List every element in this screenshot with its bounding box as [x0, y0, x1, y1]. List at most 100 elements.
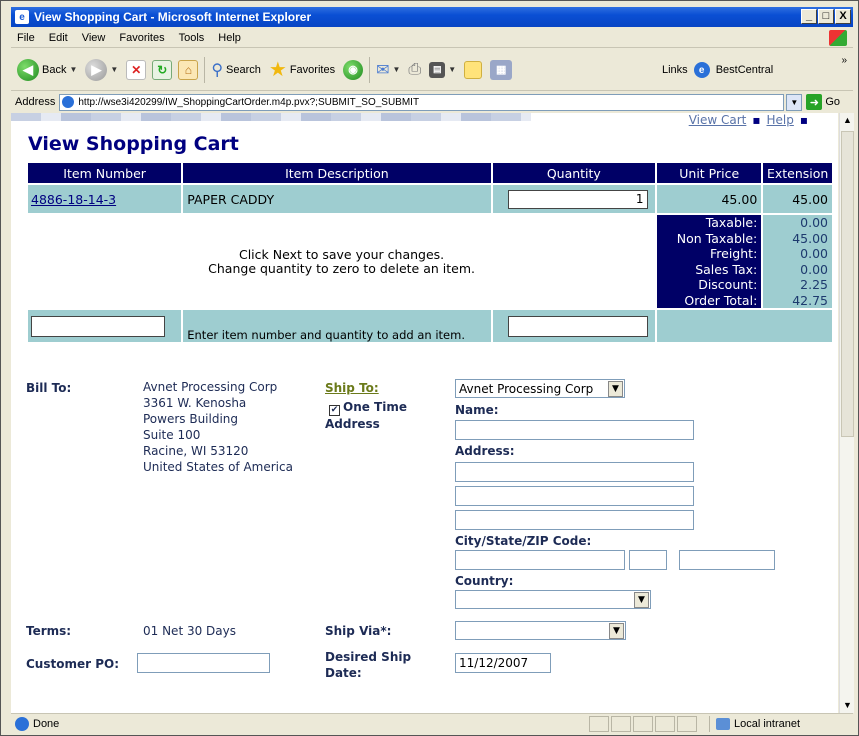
link-separator: ▪	[752, 113, 761, 127]
menu-help[interactable]: Help	[218, 32, 241, 44]
toolbar: ◀ Back ▼ ▶ ▼ ✕ ↻ ⌂ ⚲ Search ★ Favorites …	[11, 49, 853, 91]
window-title: View Shopping Cart - Microsoft Internet …	[34, 10, 312, 24]
mail-button[interactable]: ✉ ▼	[376, 60, 400, 80]
status-pane	[633, 716, 653, 732]
chevron-down-icon: ▼	[634, 592, 649, 608]
customer-po-field[interactable]	[137, 653, 270, 673]
ship-via-select[interactable]: ▼	[455, 621, 626, 640]
one-time-label: One Time	[343, 400, 408, 414]
favorites-button[interactable]: ★ Favorites	[269, 57, 335, 82]
col-item-number: Item Number	[28, 163, 182, 183]
bill-to-address: Avnet Processing Corp 3361 W. Kenosha Po…	[143, 379, 293, 475]
refresh-icon[interactable]: ↻	[152, 59, 173, 80]
header-decoration	[11, 113, 531, 121]
address-url: http://wse3i420299/IW_ShoppingCartOrder.…	[78, 96, 420, 108]
mail-icon: ✉	[376, 61, 390, 79]
status-pane	[611, 716, 631, 732]
back-label: Back	[42, 63, 67, 76]
search-icon: ⚲	[211, 61, 224, 79]
go-button[interactable]: ➜ Go	[806, 94, 840, 110]
toolbar-divider	[204, 56, 206, 83]
bill-to-line: 3361 W. Kenosha	[143, 396, 247, 410]
add-item-hint: Enter item number and quantity to add an…	[183, 310, 491, 342]
edit-button[interactable]: ▤ ▼	[429, 61, 456, 78]
item-number-link[interactable]: 4886-18-14-3	[28, 192, 116, 207]
delete-item-text: Change quantity to zero to delete an ite…	[208, 260, 475, 276]
extension: 45.00	[763, 185, 832, 213]
home-icon[interactable]: ⌂	[178, 59, 199, 80]
media-icon[interactable]: ◉	[343, 59, 364, 80]
forward-dropdown-icon[interactable]: ▼	[110, 65, 118, 74]
menu-view[interactable]: View	[82, 32, 106, 44]
name-field[interactable]	[455, 420, 694, 440]
search-label: Search	[226, 63, 261, 76]
back-dropdown-icon[interactable]: ▼	[69, 65, 77, 74]
quantity-cell: 1	[492, 185, 656, 213]
state-field[interactable]	[629, 550, 667, 570]
add-quantity-input[interactable]	[507, 315, 648, 337]
bill-to-line: Suite 100	[143, 428, 201, 442]
menu-favorites[interactable]: Favorites	[119, 32, 164, 44]
country-select[interactable]: ▼	[455, 590, 651, 609]
minimize-button[interactable]: _	[801, 9, 817, 24]
zip-field[interactable]	[679, 550, 775, 570]
address-input[interactable]: http://wse3i420299/IW_ShoppingCartOrder.…	[59, 93, 785, 111]
menu-edit[interactable]: Edit	[49, 32, 68, 44]
menu-file[interactable]: File	[17, 32, 35, 44]
scrollbar-thumb[interactable]	[841, 131, 854, 437]
scroll-down-icon[interactable]: ▼	[840, 698, 855, 713]
back-button[interactable]: ◀ Back ▼	[17, 58, 77, 81]
mail-dropdown-icon[interactable]: ▼	[392, 65, 400, 74]
add-item-number-input[interactable]	[31, 315, 165, 337]
address-line2-field[interactable]	[455, 486, 694, 506]
back-arrow-icon: ◀	[17, 58, 39, 81]
sales-tax-label: Sales Tax:	[695, 261, 758, 277]
save-changes-text: Click Next to save your changes.	[238, 246, 445, 262]
links-label[interactable]: Links	[662, 64, 688, 76]
bestcentral-link[interactable]: BestCentral	[716, 64, 773, 76]
messenger-icon[interactable]: ▦	[490, 59, 513, 80]
ship-to-selected: Avnet Processing Corp	[459, 381, 594, 396]
ship-via-label: Ship Via*:	[325, 624, 392, 638]
ship-to-select[interactable]: Avnet Processing Corp ▼	[455, 379, 625, 398]
maximize-button[interactable]: □	[818, 9, 834, 24]
toolbar-chevron-icon[interactable]: »	[841, 55, 847, 66]
summary-row: Click Next to save your changes. Change …	[28, 215, 832, 308]
bill-to-label: Bill To:	[26, 381, 72, 395]
edit-dropdown-icon[interactable]: ▼	[448, 65, 456, 74]
customer-po-label: Customer PO:	[26, 657, 120, 671]
print-icon[interactable]: ⎙	[408, 61, 421, 79]
city-field[interactable]	[455, 550, 625, 570]
help-link[interactable]: Help	[767, 113, 794, 127]
one-time-checkbox[interactable]: ✔	[329, 404, 340, 416]
desired-ship-date-label: Desired Ship Date:	[325, 649, 411, 681]
ie-icon: e	[15, 10, 29, 24]
ship-to-link[interactable]: Ship To:	[325, 381, 379, 395]
order-total-label: Order Total:	[684, 292, 758, 308]
page-title: View Shopping Cart	[28, 133, 239, 155]
scroll-up-icon[interactable]: ▲	[840, 113, 855, 128]
order-total-value: 42.75	[792, 292, 828, 308]
toolbar-divider	[369, 56, 371, 83]
bill-to-line: Avnet Processing Corp	[143, 380, 278, 394]
address-line1-field[interactable]	[455, 462, 694, 482]
view-cart-link[interactable]: View Cart	[689, 113, 747, 127]
one-time-checkbox-row[interactable]: ✔ One Time	[329, 400, 407, 416]
edit-icon: ▤	[429, 61, 446, 78]
menu-tools[interactable]: Tools	[179, 32, 205, 44]
close-button[interactable]: X	[835, 9, 851, 24]
windows-logo-icon	[829, 30, 847, 46]
notes-icon[interactable]	[464, 60, 483, 79]
address-line3-field[interactable]	[455, 510, 694, 530]
bill-to-line: United States of America	[143, 460, 293, 474]
desired-ship-date-field[interactable]: 11/12/2007	[455, 653, 551, 673]
quantity-input[interactable]: 1	[507, 189, 648, 209]
vertical-scrollbar[interactable]: ▲ ▼	[839, 113, 854, 713]
search-button[interactable]: ⚲ Search	[211, 60, 261, 80]
desired-ship-label-line1: Desired Ship	[325, 650, 412, 664]
forward-button[interactable]: ▶ ▼	[85, 58, 118, 81]
stop-icon[interactable]: ✕	[126, 59, 147, 80]
address-dropdown-icon[interactable]: ▼	[786, 93, 803, 111]
chevron-down-icon: ▼	[609, 623, 624, 639]
go-arrow-icon: ➜	[806, 94, 823, 110]
